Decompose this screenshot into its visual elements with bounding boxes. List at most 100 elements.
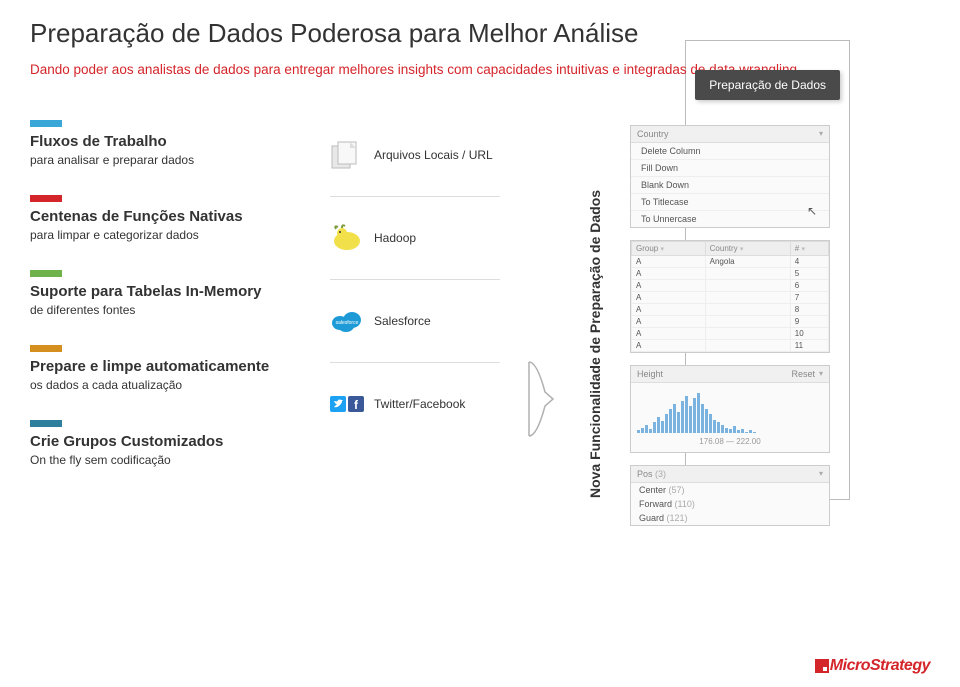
histogram-bar [653, 422, 656, 433]
pos-item[interactable]: Forward (110) [631, 497, 829, 511]
source-label: Hadoop [374, 231, 416, 245]
data-table-panel: Group ▾Country ▾# ▾ AAngola4A5A6A7A8A9A1… [630, 240, 830, 353]
table-cell: A [632, 267, 706, 279]
feature-item: Centenas de Funções Nativas para limpar … [30, 195, 310, 242]
table-cell: 8 [790, 303, 828, 315]
histogram-range: 176.08 — 222.00 [637, 437, 823, 446]
feature-item: Crie Grupos Customizados On the fly sem … [30, 420, 310, 467]
histogram-bar [649, 429, 652, 433]
histogram-bar [677, 412, 680, 433]
histogram-bar [657, 417, 660, 433]
menu-item[interactable]: To Titlecase [631, 194, 829, 211]
cursor-icon: ↖ [807, 204, 817, 218]
histogram-panel: Height Reset ▾ 176.08 — 222.00 [630, 365, 830, 453]
pos-item[interactable]: Guard (121) [631, 511, 829, 525]
pos-count: (3) [655, 469, 666, 479]
table-cell [705, 279, 790, 291]
table-row: A7 [632, 291, 829, 303]
feature-sub: os dados a cada atualização [30, 378, 310, 392]
accent-bar [30, 270, 62, 277]
feature-item: Suporte para Tabelas In-Memory de difere… [30, 270, 310, 317]
table-cell [705, 339, 790, 351]
feature-item: Fluxos de Trabalho para analisar e prepa… [30, 120, 310, 167]
chevron-down-icon[interactable]: ▾ [819, 129, 823, 138]
table-header[interactable]: Group ▾ [632, 241, 706, 255]
logo-text: MicroStrategy [830, 657, 930, 674]
histogram-bars [637, 393, 823, 433]
source-item: fTwitter/Facebook [330, 363, 500, 445]
country-menu-panel: Country ▾ Delete ColumnFill DownBlank Do… [630, 125, 830, 228]
social-icons: f [330, 396, 364, 412]
accent-bar [30, 120, 62, 127]
features-column: Fluxos de Trabalho para analisar e prepa… [30, 120, 310, 538]
menu-item[interactable]: Blank Down [631, 177, 829, 194]
feature-heading: Suporte para Tabelas In-Memory [30, 283, 310, 301]
table-cell: Angola [705, 255, 790, 267]
accent-bar [30, 195, 62, 202]
table-cell: A [632, 339, 706, 351]
histogram-bar [733, 426, 736, 433]
country-menu-header[interactable]: Country [637, 129, 819, 139]
table-cell: 5 [790, 267, 828, 279]
pos-item[interactable]: Center (57) [631, 483, 829, 497]
table-cell: A [632, 279, 706, 291]
table-row: A5 [632, 267, 829, 279]
table-row: A 11 [632, 339, 829, 351]
histogram-bar [721, 425, 724, 433]
feature-sub: para limpar e categorizar dados [30, 228, 310, 242]
table-cell [705, 291, 790, 303]
histogram-bar [737, 430, 740, 433]
histogram-bar [673, 404, 676, 433]
histogram-bar [705, 409, 708, 433]
histogram-bar [745, 432, 748, 433]
source-item: salesforceSalesforce [330, 280, 500, 363]
histogram-bar [717, 422, 720, 433]
vertical-label-wrap: Nova Funcionalidade de Preparação de Dad… [580, 120, 610, 538]
feature-heading: Crie Grupos Customizados [30, 433, 310, 451]
table-cell: 7 [790, 291, 828, 303]
flow-arrow [520, 120, 560, 538]
histogram-bar [665, 414, 668, 433]
table-row: A9 [632, 315, 829, 327]
menu-item[interactable]: To Unnercase [631, 211, 829, 227]
table-cell: A [632, 291, 706, 303]
histogram-bar [641, 428, 644, 433]
histogram-bar [689, 406, 692, 433]
menu-item[interactable]: Fill Down [631, 160, 829, 177]
menu-item[interactable]: Delete Column [631, 143, 829, 160]
table-cell: 11 [790, 339, 828, 351]
histogram-bar [669, 409, 672, 433]
table-row: A 10 [632, 327, 829, 339]
table-cell: A [632, 327, 706, 339]
table-cell: 9 [790, 315, 828, 327]
table-header[interactable]: Country ▾ [705, 241, 790, 255]
table-cell: 4 [790, 255, 828, 267]
histogram-bar [729, 429, 732, 433]
chevron-down-icon[interactable]: ▾ [819, 369, 823, 378]
hadoop-icon [330, 223, 364, 253]
sources-column: Arquivos Locais / URL Hadoop salesforceSal… [330, 120, 500, 538]
chevron-down-icon[interactable]: ▾ [819, 469, 823, 478]
files-icon [330, 140, 364, 170]
accent-bar [30, 420, 62, 427]
histogram-bar [645, 425, 648, 433]
histogram-bar [661, 421, 664, 433]
feature-heading: Prepare e limpe automaticamente [30, 358, 310, 376]
table-cell: A [632, 315, 706, 327]
histogram-bar [709, 414, 712, 433]
table-cell [705, 327, 790, 339]
salesforce-icon: salesforce [330, 308, 364, 334]
reset-button[interactable]: Reset [791, 369, 815, 379]
source-item: Arquivos Locais / URL [330, 134, 500, 197]
histogram-bar [749, 430, 752, 433]
histogram-bar [697, 393, 700, 433]
pos-label: Pos [637, 469, 653, 479]
table-cell: 10 [790, 327, 828, 339]
feature-sub: para analisar e preparar dados [30, 153, 310, 167]
table-header[interactable]: # ▾ [790, 241, 828, 255]
facebook-icon: f [348, 396, 364, 412]
table-cell: A [632, 303, 706, 315]
table-cell [705, 303, 790, 315]
page-title: Preparação de Dados Poderosa para Melhor… [30, 18, 930, 49]
histogram-bar [685, 396, 688, 433]
